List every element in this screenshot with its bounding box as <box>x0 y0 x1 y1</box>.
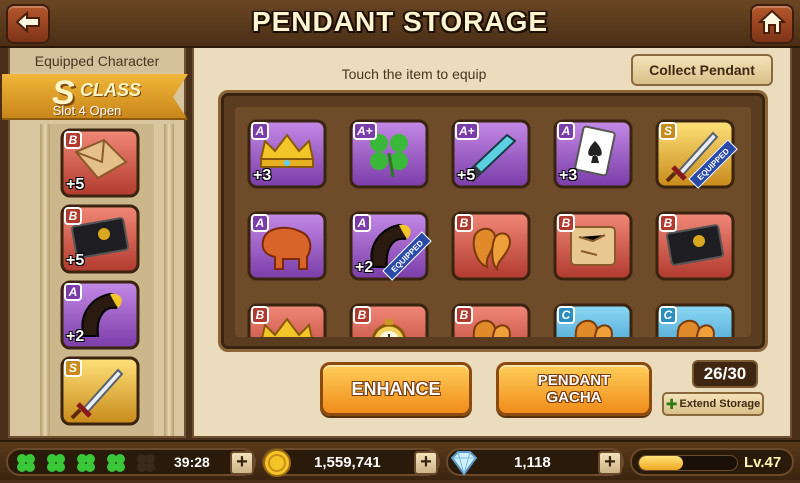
pendant-item[interactable]: S EQUIPPED <box>655 119 738 189</box>
pendant-gacha-button[interactable]: PENDANT GACHA <box>496 362 652 416</box>
grade-badge: B <box>64 207 82 225</box>
equipped-slot[interactable]: B +5 <box>60 204 140 274</box>
pendant-item[interactable]: B <box>247 303 327 337</box>
gold-counter: 1,559,741 + <box>262 448 440 477</box>
pendant-item[interactable]: B <box>553 211 633 281</box>
storage-count: 26/30 <box>692 360 758 388</box>
pendant-grid-frame: A +3 A+ A+ +5 A +3 S EQUIPPED A A +2 EQUIPPED B B B B B B C… <box>218 90 768 352</box>
gold-amount: 1,559,741 <box>314 454 381 471</box>
grade-badge: B <box>659 214 677 232</box>
pendant-storage-panel: Touch the item to equip Collect Pendant … <box>192 48 792 438</box>
grade-badge: A <box>251 122 269 140</box>
clover-full-icon <box>44 452 68 474</box>
enhance-level: +5 <box>66 176 85 193</box>
grade-badge: B <box>251 306 269 324</box>
instruction-text: Touch the item to equip <box>341 66 487 82</box>
equipped-slot[interactable]: A +2 <box>60 280 140 350</box>
grade-badge: A <box>251 214 269 232</box>
pendant-item[interactable]: A +3 <box>553 119 633 189</box>
grade-badge: S <box>659 122 677 140</box>
scroll-rail-left <box>40 124 50 436</box>
pendant-item[interactable]: A +2 EQUIPPED <box>349 211 432 281</box>
pendant-item[interactable]: A+ <box>349 119 429 189</box>
plus-icon: ✚ <box>665 395 678 412</box>
xp-bar <box>638 455 738 471</box>
extend-storage-button[interactable]: ✚ Extend Storage <box>662 392 764 416</box>
scroll-rail-right <box>164 124 174 436</box>
home-icon <box>757 9 787 40</box>
equipped-character-panel: Equipped Character S CLASS Slot 4 Open B… <box>2 48 188 438</box>
level-indicator: Lv.47 <box>630 448 794 476</box>
clover-full-icon <box>14 452 38 474</box>
enhance-button[interactable]: ENHANCE <box>320 362 472 416</box>
grade-badge: S <box>64 359 82 377</box>
gold-coin-icon <box>262 448 292 483</box>
gacha-label-line2: GACHA <box>546 389 602 406</box>
xp-fill <box>639 456 684 470</box>
pendant-item[interactable]: A +3 <box>247 119 327 189</box>
add-clover-button[interactable]: + <box>230 451 254 475</box>
player-level: Lv.47 <box>744 454 782 471</box>
pendant-grid[interactable]: A +3 A+ A+ +5 A +3 S EQUIPPED A A +2 EQUIPPED B B B B B B C… <box>235 107 751 337</box>
grade-badge: A+ <box>455 122 479 140</box>
equipped-slot[interactable]: S <box>60 356 140 426</box>
grade-badge: A <box>557 122 575 140</box>
pendant-item[interactable]: B <box>451 211 531 281</box>
clover-stamina: 39:28 + <box>6 448 256 476</box>
pendant-item[interactable]: C <box>553 303 633 337</box>
enhance-level: +2 <box>355 259 374 276</box>
grade-badge: A+ <box>353 122 377 140</box>
equipped-character-label: Equipped Character <box>10 48 184 72</box>
grade-badge: C <box>557 306 575 324</box>
add-gem-button[interactable]: + <box>598 451 622 475</box>
gem-counter: 1,118 + <box>446 448 624 476</box>
grade-badge: A <box>353 214 371 232</box>
pendant-item[interactable]: B <box>655 211 735 281</box>
extend-storage-label: Extend Storage <box>679 398 761 410</box>
pendant-item[interactable]: B <box>349 303 429 337</box>
add-gold-button[interactable]: + <box>414 451 438 475</box>
grade-badge: B <box>353 306 371 324</box>
enhance-level: +2 <box>66 328 85 345</box>
grade-badge: B <box>455 214 473 232</box>
enhance-level: +3 <box>253 167 272 184</box>
equipped-slot[interactable]: B +5 <box>60 128 140 198</box>
diamond-icon <box>448 450 480 481</box>
collect-pendant-button[interactable]: Collect Pendant <box>631 54 773 86</box>
grade-badge: B <box>64 131 82 149</box>
slot-open-text: Slot 4 Open <box>52 103 122 118</box>
gacha-label-line1: PENDANT <box>537 372 611 389</box>
class-word: CLASS <box>80 80 142 100</box>
home-button[interactable] <box>750 4 794 44</box>
top-bar: PENDANT STORAGE <box>0 0 800 48</box>
gem-amount: 1,118 <box>514 454 551 471</box>
clover-full-icon <box>74 452 98 474</box>
class-banner: S CLASS Slot 4 Open <box>2 74 188 120</box>
resource-bar: 39:28 + 1,559,741 + 1,118 + Lv.47 <box>0 440 800 480</box>
pendant-item[interactable]: B <box>451 303 531 337</box>
pendant-item[interactable]: A <box>247 211 327 281</box>
grade-badge: A <box>64 283 82 301</box>
page-title: PENDANT STORAGE <box>251 6 549 37</box>
enhance-level: +5 <box>66 252 85 269</box>
pendant-item[interactable]: A+ +5 <box>451 119 531 189</box>
clover-timer: 39:28 <box>174 454 210 470</box>
clover-empty-icon <box>134 452 158 474</box>
grade-badge: B <box>557 214 575 232</box>
enhance-level: +3 <box>559 167 578 184</box>
enhance-level: +5 <box>457 167 476 184</box>
grade-badge: C <box>659 306 677 324</box>
clover-full-icon <box>104 452 128 474</box>
grade-badge: B <box>455 306 473 324</box>
pendant-item[interactable]: C <box>655 303 735 337</box>
